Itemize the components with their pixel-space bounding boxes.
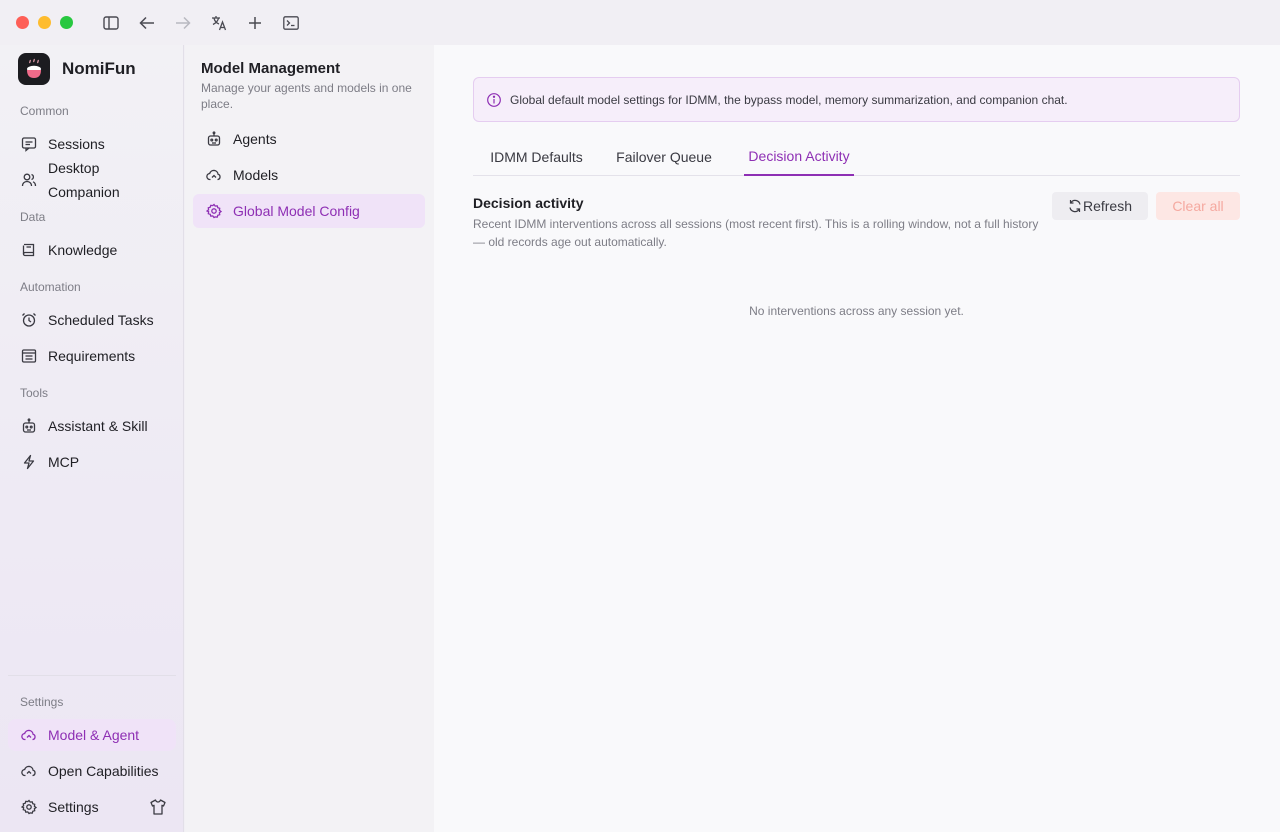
section-label-tools: Tools — [20, 386, 49, 400]
window-controls — [16, 16, 73, 29]
lightning-icon — [20, 453, 38, 471]
sidebar-item-requirements[interactable]: Requirements — [8, 340, 176, 372]
gear-icon — [205, 202, 223, 220]
tab-failover-queue[interactable]: Failover Queue — [616, 137, 712, 176]
panel-item-label: Agents — [233, 131, 277, 147]
sidebar-toggle-icon[interactable] — [93, 11, 129, 35]
section-description: Recent IDMM interventions across all ses… — [473, 217, 1039, 249]
main-content: Global default model settings for IDMM, … — [434, 45, 1280, 832]
chat-icon — [20, 135, 38, 153]
robot-icon — [20, 417, 38, 435]
section-label-settings: Settings — [20, 695, 64, 709]
terminal-icon[interactable] — [273, 11, 309, 35]
gear-icon — [20, 798, 38, 816]
tab-idmm-defaults[interactable]: IDMM Defaults — [489, 137, 584, 176]
alarm-clock-icon — [20, 311, 38, 329]
model-management-panel: Model Management Manage your agents and … — [185, 45, 434, 832]
minimize-window-button[interactable] — [38, 16, 51, 29]
tab-decision-activity[interactable]: Decision Activity — [744, 137, 854, 176]
sidebar-divider — [8, 675, 176, 676]
title-bar — [0, 0, 1280, 45]
brand[interactable]: NomiFun — [18, 53, 136, 85]
cloud-icon — [205, 166, 223, 184]
cloud-icon — [20, 762, 38, 780]
sidebar-item-assistant-skill[interactable]: Assistant & Skill — [8, 410, 176, 442]
sidebar-item-label: Open Capabilities — [48, 763, 159, 779]
section-title: Decision activity — [473, 195, 584, 211]
translate-icon[interactable] — [201, 11, 237, 35]
refresh-button-label: Refresh — [1082, 198, 1133, 214]
sidebar-item-knowledge[interactable]: Knowledge — [8, 234, 176, 266]
sidebar-item-label: Model & Agent — [48, 727, 140, 743]
info-banner-text: Global default model settings for IDMM, … — [510, 92, 1068, 107]
refresh-button[interactable]: Refresh — [1052, 192, 1148, 220]
sidebar-item-mcp[interactable]: MCP — [8, 446, 176, 478]
sidebar-item-label: Requirements — [48, 348, 136, 364]
sidebar: NomiFun Common Sessions Desktop Companio… — [0, 45, 184, 832]
panel-title: Model Management — [201, 60, 341, 77]
zoom-window-button[interactable] — [60, 16, 73, 29]
section-label-data: Data — [20, 210, 46, 224]
section-label-common: Common — [20, 104, 69, 118]
sidebar-item-label: Knowledge — [48, 242, 118, 258]
panel-item-label: Models — [233, 167, 279, 183]
sidebar-item-scheduled-tasks[interactable]: Scheduled Tasks — [8, 304, 176, 336]
panel-item-global-model-config[interactable]: Global Model Config — [193, 194, 425, 228]
section-label-automation: Automation — [20, 280, 81, 294]
info-banner: Global default model settings for IDMM, … — [473, 77, 1240, 122]
shirt-icon[interactable] — [149, 798, 167, 816]
tab-bar: IDMM Defaults Failover Queue Decision Ac… — [473, 137, 1240, 176]
sidebar-item-label: Desktop Companion — [48, 160, 120, 200]
back-arrow-icon[interactable] — [129, 11, 165, 35]
sidebar-item-model-agent[interactable]: Model & Agent — [8, 719, 176, 751]
robot-icon — [205, 130, 223, 148]
book-icon — [20, 241, 38, 259]
clear-all-button[interactable]: Clear all — [1156, 192, 1240, 220]
cloud-sync-icon — [20, 726, 38, 744]
panel-item-label: Global Model Config — [233, 203, 360, 219]
panel-subtitle: Manage your agents and models in one pla… — [201, 81, 412, 111]
sidebar-item-desktop-companion[interactable]: Desktop Companion — [8, 156, 176, 204]
sidebar-item-label: MCP — [48, 454, 80, 470]
panel-item-models[interactable]: Models — [193, 158, 425, 192]
plus-icon[interactable] — [237, 11, 273, 35]
close-window-button[interactable] — [16, 16, 29, 29]
empty-state-text: No interventions across any session yet. — [749, 304, 964, 318]
sidebar-item-label: Assistant & Skill — [48, 418, 148, 434]
sidebar-item-open-capabilities[interactable]: Open Capabilities — [8, 755, 176, 787]
forward-arrow-icon[interactable] — [165, 11, 201, 35]
app-name: NomiFun — [62, 59, 136, 78]
list-icon — [20, 347, 38, 365]
sidebar-item-label: Scheduled Tasks — [48, 312, 154, 328]
app-logo — [18, 53, 50, 85]
refresh-icon — [1068, 199, 1082, 213]
sidebar-item-label: Settings — [48, 799, 99, 815]
info-icon — [486, 92, 502, 108]
panel-item-agents[interactable]: Agents — [193, 122, 425, 156]
users-icon — [20, 171, 38, 189]
sidebar-item-label: Sessions — [48, 136, 105, 152]
